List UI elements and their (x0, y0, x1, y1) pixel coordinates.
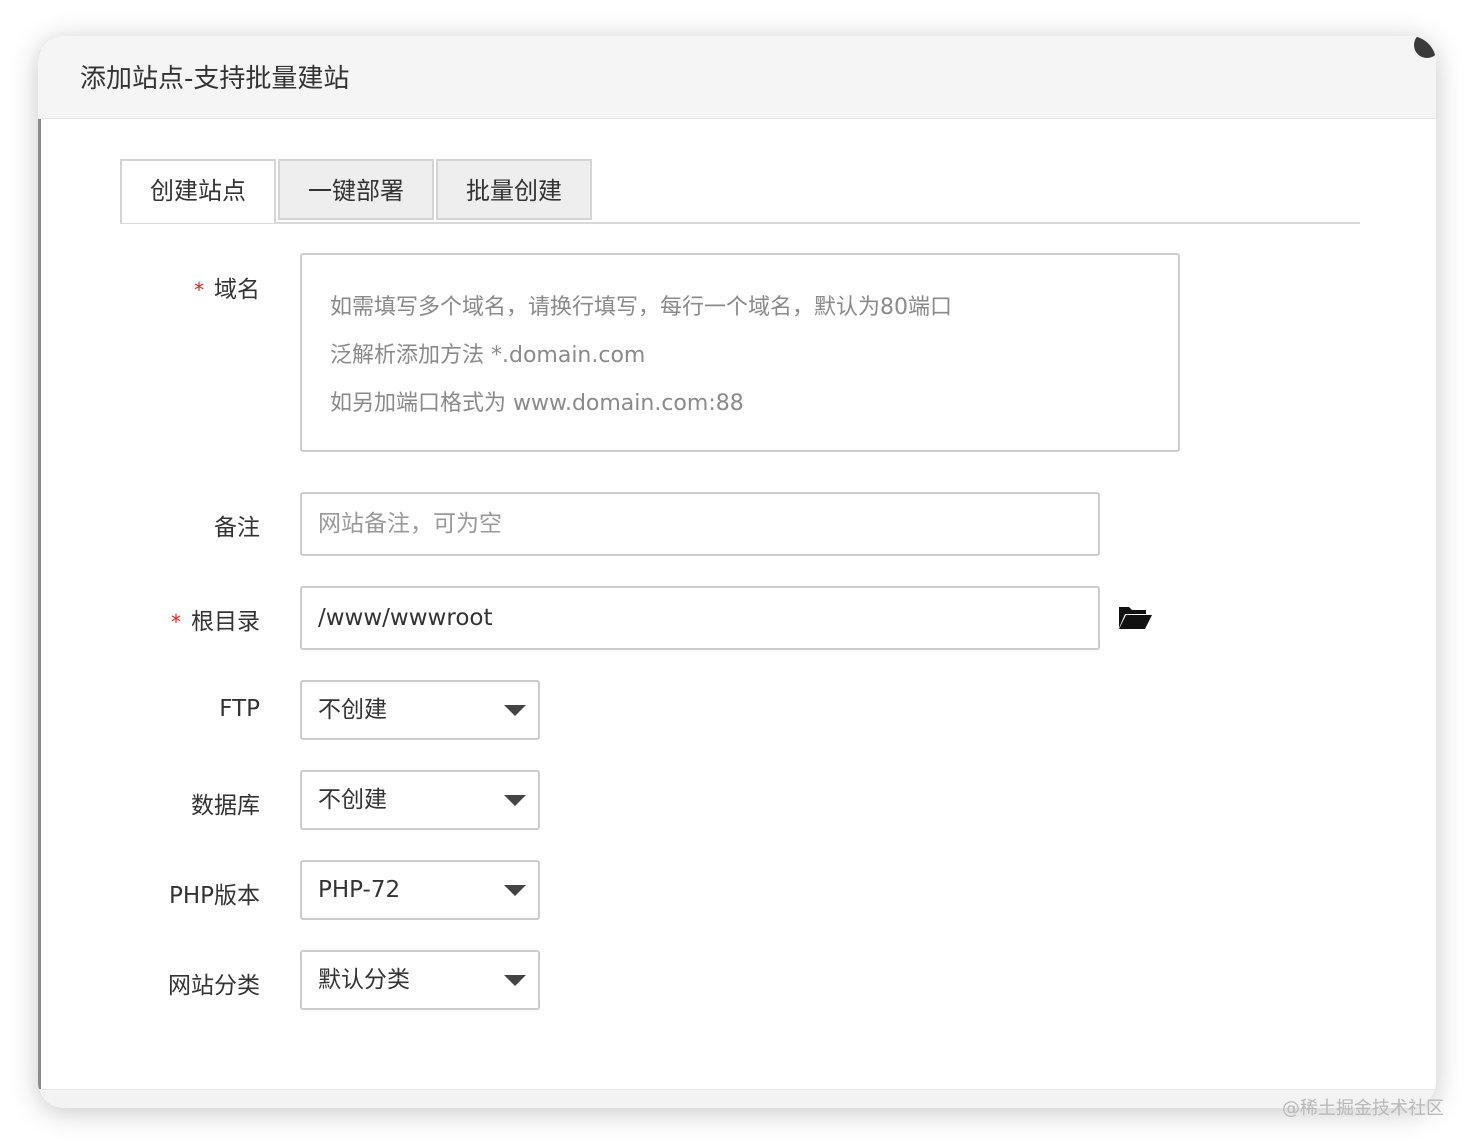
dialog-title: 添加站点-支持批量建站 (80, 64, 350, 94)
root-dir-label: * 根目录 (171, 602, 260, 636)
site-category-label: 网站分类 (168, 973, 260, 999)
ftp-label: FTP (219, 696, 260, 722)
chevron-down-icon (504, 795, 526, 806)
folder-open-icon[interactable] (1118, 604, 1152, 630)
site-category-select-value: 默认分类 (318, 967, 410, 993)
root-dir-input[interactable]: /www/wwwroot (300, 586, 1100, 650)
database-select[interactable]: 不创建 (300, 770, 540, 830)
chevron-down-icon (504, 705, 526, 716)
tab-one-click-deploy[interactable]: 一键部署 (278, 159, 434, 220)
php-version-select[interactable]: PHP-72 (300, 860, 540, 920)
domain-label: * 域名 (194, 270, 260, 304)
dialog-left-edge (38, 36, 41, 1108)
database-label: 数据库 (191, 793, 260, 819)
root-dir-label-text: 根目录 (191, 609, 260, 635)
php-version-label: PHP版本 (168, 883, 260, 909)
domain-label-text: 域名 (214, 277, 260, 303)
watermark: @稀土掘金技术社区 (1282, 1098, 1444, 1119)
ftp-select-value: 不创建 (318, 697, 387, 723)
chevron-down-icon (504, 975, 526, 986)
site-category-select[interactable]: 默认分类 (300, 950, 540, 1010)
chevron-down-icon (504, 885, 526, 896)
tab-batch-create[interactable]: 批量创建 (436, 159, 592, 220)
php-version-select-value: PHP-72 (318, 877, 401, 903)
domain-placeholder-line: 泛解析添加方法 *.domain.com (330, 343, 646, 368)
dialog-footer (38, 1089, 1436, 1108)
domain-textarea[interactable]: 如需填写多个域名，请换行填写，每行一个域名，默认为80端口 泛解析添加方法 *.… (300, 253, 1180, 452)
tab-create-site[interactable]: 创建站点 (120, 159, 276, 223)
domain-placeholder-line: 如另加端口格式为 www.domain.com:88 (330, 391, 744, 416)
ftp-select[interactable]: 不创建 (300, 680, 540, 740)
tab-bar: 创建站点 一键部署 批量创建 (120, 159, 1360, 224)
remark-input[interactable]: 网站备注，可为空 (300, 492, 1100, 556)
domain-placeholder-line: 如需填写多个域名，请换行填写，每行一个域名，默认为80端口 (330, 295, 952, 320)
database-select-value: 不创建 (318, 787, 387, 813)
add-site-dialog: 添加站点-支持批量建站 创建站点 一键部署 批量创建 * 域名 如需填写多个域名，… (38, 36, 1436, 1108)
remark-label: 备注 (214, 515, 260, 541)
root-dir-required-mark: * (171, 610, 181, 634)
dialog-header: 添加站点-支持批量建站 (38, 36, 1436, 119)
domain-required-mark: * (194, 278, 204, 302)
